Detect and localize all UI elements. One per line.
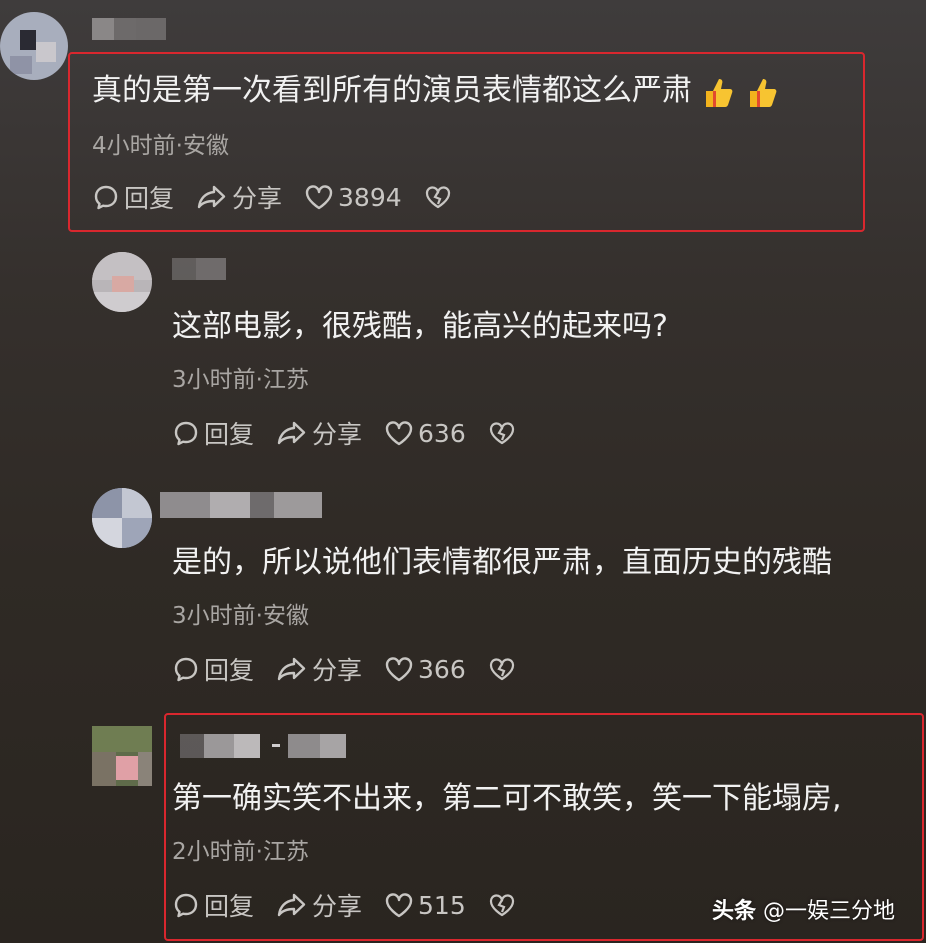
share-arrow-icon	[277, 893, 306, 917]
watermark-brand: 头条	[712, 899, 757, 924]
like-button[interactable]: 366	[384, 655, 466, 684]
share-arrow-icon	[197, 185, 226, 209]
share-button[interactable]: 分享	[276, 887, 362, 923]
comment-item-1: 真的是第一次看到所有的演员表情都这么严肃 4小时前·安徽 回复 分享 3894	[92, 72, 862, 222]
like-button[interactable]: 636	[384, 419, 466, 448]
thumbs-up-icon	[742, 73, 780, 111]
comment-item-2: 这部电影，很残酷，能高兴的起来吗? 3小时前·江苏 回复 分享 636	[172, 308, 872, 458]
username-blurred[interactable]	[172, 258, 230, 280]
broken-heart-icon	[489, 894, 514, 917]
username-blurred[interactable]	[92, 18, 172, 40]
comment-bubble-icon	[94, 185, 118, 210]
comment-text: 第一确实笑不出来，第二可不敢笑，笑一下能塌房,	[172, 781, 842, 816]
like-count: 515	[418, 890, 466, 920]
heart-icon	[385, 893, 413, 918]
share-arrow-icon	[277, 657, 306, 681]
dislike-button[interactable]	[488, 420, 520, 446]
comment-item-3: 是的，所以说他们表情都很严肃，直面历史的残酷 3小时前·安徽 回复 分享 366	[172, 544, 892, 694]
share-arrow-icon	[277, 421, 306, 445]
heart-icon	[385, 421, 413, 446]
comment-bubble-icon	[174, 893, 198, 918]
avatar[interactable]	[92, 726, 152, 786]
like-count: 3894	[338, 182, 402, 212]
avatar[interactable]	[92, 488, 152, 548]
comment-bubble-icon	[174, 657, 198, 682]
thumbs-up-icon	[698, 73, 736, 111]
heart-icon	[385, 657, 413, 682]
avatar[interactable]	[0, 12, 68, 80]
avatar[interactable]	[92, 252, 152, 312]
comment-actions: 回复 分享 636	[172, 416, 542, 450]
comment-text: 真的是第一次看到所有的演员表情都这么严肃	[92, 72, 780, 111]
share-button[interactable]: 分享	[276, 415, 362, 451]
username-blurred[interactable]	[160, 492, 322, 518]
comment-meta: 2小时前·江苏	[172, 839, 309, 865]
share-button[interactable]: 分享	[196, 179, 282, 215]
comment-bubble-icon	[174, 421, 198, 446]
comment-meta: 3小时前·江苏	[172, 367, 309, 393]
dislike-button[interactable]	[424, 184, 456, 210]
watermark-account: @一娱三分地	[763, 899, 896, 924]
share-button[interactable]: 分享	[276, 651, 362, 687]
dislike-button[interactable]	[488, 892, 520, 918]
comment-actions: 回复 分享 366	[172, 652, 542, 686]
like-count: 366	[418, 654, 466, 684]
heart-icon	[305, 185, 333, 210]
watermark: 头条 @一娱三分地	[712, 893, 895, 925]
broken-heart-icon	[425, 186, 450, 209]
dislike-button[interactable]	[488, 656, 520, 682]
like-count: 636	[418, 418, 466, 448]
broken-heart-icon	[489, 422, 514, 445]
like-button[interactable]: 3894	[304, 183, 402, 212]
reply-button[interactable]: 回复	[172, 887, 254, 923]
comment-text: 是的，所以说他们表情都很严肃，直面历史的残酷	[172, 545, 832, 580]
comment-actions: 回复 分享 3894	[92, 180, 478, 214]
reply-button[interactable]: 回复	[172, 415, 254, 451]
comment-meta: 3小时前·安徽	[172, 603, 309, 629]
username-blurred[interactable]	[180, 734, 370, 758]
comment-meta: 4小时前·安徽	[92, 133, 229, 159]
comment-text: 这部电影，很残酷，能高兴的起来吗?	[172, 309, 668, 344]
like-button[interactable]: 515	[384, 891, 466, 920]
comment-actions: 回复 分享 515	[172, 888, 542, 922]
reply-button[interactable]: 回复	[172, 651, 254, 687]
reply-button[interactable]: 回复	[92, 179, 174, 215]
broken-heart-icon	[489, 658, 514, 681]
